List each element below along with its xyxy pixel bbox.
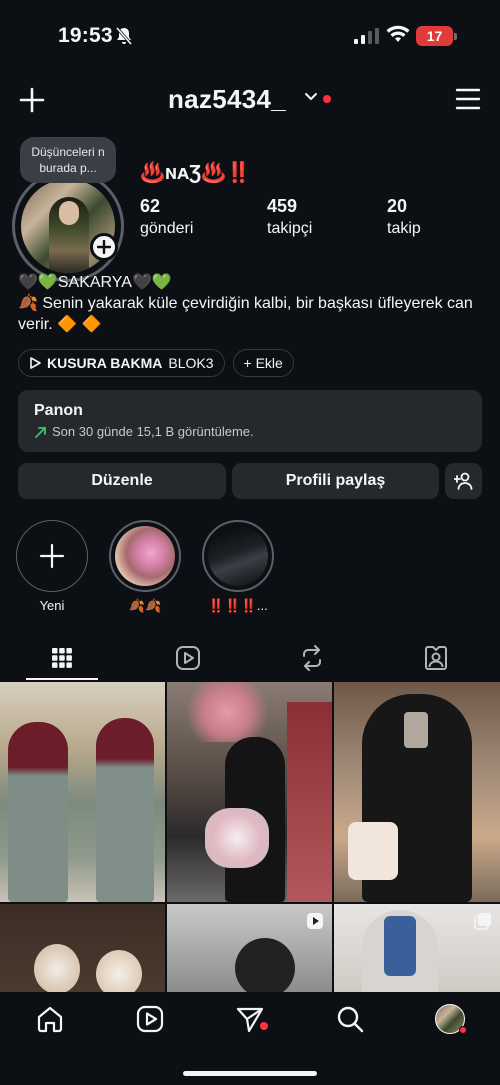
display-name: ♨️ɴᴀƷ♨️‼️	[140, 162, 251, 184]
wifi-icon	[386, 25, 410, 42]
post-thumbnail[interactable]	[0, 904, 165, 992]
discover-people-button[interactable]	[445, 463, 482, 499]
stat-label: takipçi	[267, 220, 313, 237]
share-profile-button[interactable]: Profili paylaş	[232, 463, 439, 499]
reel-badge-icon	[307, 913, 323, 929]
tab-active-indicator	[26, 678, 98, 680]
trend-up-icon	[35, 426, 46, 438]
home-indicator[interactable]	[183, 1071, 317, 1076]
stat-following[interactable]: 20 takip	[387, 196, 421, 238]
bio: 🖤💚SAKARYA🖤💚 🍂 Senin yakarak küle çevirdi…	[18, 272, 488, 335]
messages-notification-dot	[260, 1022, 268, 1030]
tab-tagged-icon[interactable]	[421, 643, 451, 673]
highlight-ring	[109, 520, 181, 592]
tab-reels-icon[interactable]	[173, 643, 203, 673]
chevron-down-icon[interactable]	[304, 92, 318, 102]
dashboard-subtitle: Son 30 günde 15,1 B görüntüleme.	[34, 424, 466, 439]
post-thumbnail[interactable]	[334, 682, 500, 902]
create-plus-icon[interactable]	[18, 86, 46, 114]
profile-header: naz5434_	[0, 74, 500, 124]
status-time: 19:53	[58, 24, 113, 47]
post-thumbnail[interactable]	[167, 682, 332, 902]
plus-icon	[97, 240, 111, 254]
home-icon[interactable]	[35, 1004, 65, 1034]
play-icon	[30, 357, 41, 369]
battery-level: 17	[426, 28, 443, 44]
profile-notification-dot	[459, 1026, 467, 1034]
highlight-item[interactable]: 🍂🍂	[109, 520, 181, 614]
status-bar: 19:53 17	[0, 0, 500, 70]
post-thumbnail[interactable]	[167, 904, 332, 992]
stat-value: 20	[387, 196, 408, 216]
stat-label: takip	[387, 220, 421, 237]
highlight-item[interactable]: ‼️‼️‼️...	[202, 520, 274, 614]
highlight-new-circle	[16, 520, 88, 592]
note-bubble[interactable]: Düşünceleri n burada p...	[20, 137, 116, 183]
add-chip-label: + Ekle	[243, 355, 283, 371]
music-title: KUSURA BAKMA	[47, 355, 163, 371]
stat-label: gönderi	[140, 220, 194, 237]
add-story-badge[interactable]	[90, 233, 118, 261]
dashboard-stat: Son 30 günde 15,1 B görüntüleme.	[52, 424, 254, 439]
profile-chips: KUSURA BAKMA BLOK3 + Ekle	[18, 349, 294, 377]
stat-value: 62	[140, 196, 161, 216]
add-person-icon	[453, 472, 472, 490]
content-tabs	[0, 635, 500, 680]
post-grid	[0, 682, 500, 992]
highlight-cover	[208, 526, 268, 586]
bell-slash-icon	[115, 27, 133, 45]
stat-posts[interactable]: 62 gönderi	[140, 196, 193, 238]
stat-value: 459	[267, 196, 298, 216]
post-thumbnail[interactable]	[334, 904, 500, 992]
direct-messages-icon[interactable]	[235, 1004, 265, 1034]
edit-profile-button[interactable]: Düzenle	[18, 463, 226, 499]
highlight-label: Yeni	[39, 598, 65, 613]
highlight-label: 🍂🍂	[128, 598, 162, 613]
post-thumbnail[interactable]	[0, 682, 165, 902]
add-chip[interactable]: + Ekle	[232, 349, 294, 377]
plus-icon	[39, 543, 65, 569]
hamburger-menu-icon[interactable]	[455, 87, 481, 111]
highlight-ring	[202, 520, 274, 592]
bio-line: 🍂 Senin yakarak küle çevirdiğin kalbi, b…	[18, 295, 473, 333]
highlight-cover	[115, 526, 175, 586]
notification-dot	[323, 95, 331, 103]
music-chip[interactable]: KUSURA BAKMA BLOK3	[18, 349, 225, 377]
username-title[interactable]: naz5434_	[168, 84, 286, 115]
highlight-label: ‼️‼️‼️...	[208, 598, 268, 613]
battery-indicator: 17	[416, 26, 457, 46]
bio-line: 🖤💚SAKARYA🖤💚	[18, 274, 172, 291]
stat-followers[interactable]: 459 takipçi	[267, 196, 312, 238]
reels-icon[interactable]	[135, 1004, 165, 1034]
search-icon[interactable]	[335, 1004, 365, 1034]
carousel-badge-icon	[474, 913, 491, 930]
professional-dashboard[interactable]: Panon Son 30 günde 15,1 B görüntüleme.	[18, 390, 482, 452]
music-artist: BLOK3	[168, 355, 214, 371]
highlight-new[interactable]: Yeni	[16, 520, 88, 613]
tab-grid-icon[interactable]	[47, 643, 77, 673]
dashboard-title: Panon	[34, 402, 83, 419]
tab-reposts-icon[interactable]	[297, 643, 327, 673]
signal-icon	[354, 28, 379, 44]
